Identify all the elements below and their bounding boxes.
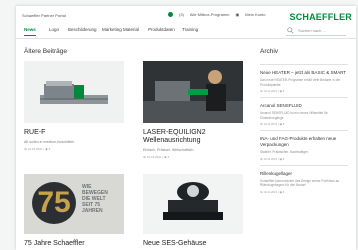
archive-item-text: Schaeffler kommuniziert das Design seine… (260, 178, 340, 188)
tab-news[interactable]: News (24, 27, 36, 36)
ses-housing-image (143, 174, 243, 234)
news-card-laser-equilign2[interactable]: LASER-EQUILIGN2 Wellenausrichtung Einfac… (143, 61, 243, 159)
laser-equilign-image (143, 61, 243, 123)
75-years-image: 75 WIE BEWEGEN DIE WELT SEIT 75 JAHREN (24, 174, 124, 234)
top-bar: Schaeffler Partner Portal (3) Alle Mitbo… (16, 6, 356, 24)
archive-item-meta: IE 10.11.2021 | ◉ 8 (260, 156, 285, 161)
archive-item-text: Stabiler. Praktischer. Nachhaltiger. (260, 150, 309, 154)
news-card-rue-f[interactable]: RUE-F Alt sollen in medium-forschätter I… (24, 61, 124, 151)
tab-logo[interactable]: Logo (49, 27, 59, 32)
card-title: LASER-EQUILIGN2 Wellenausrichtung (143, 129, 206, 144)
card-title: 75 Jahre Schaeffler (24, 240, 85, 247)
card-meta: IE 10.19.2021 | ◉ 6 (24, 147, 51, 151)
search-icon (287, 27, 294, 34)
card-title: Neue SES-Gehäuse (143, 240, 207, 247)
card-description: Einfach. Präziser. Wirtschaftlich. (143, 148, 195, 152)
archive-item-meta: IE 10.11.2021 | ◉ 5 (260, 122, 285, 126)
archive-item-text: Arcanol SENSFLUID ist ein neues Hilfsmit… (260, 111, 328, 120)
tab-produktdaten[interactable]: Produktdaten (148, 27, 175, 32)
archive-item-text: Das neue HEATER-Programm erfüllt viele B… (260, 78, 341, 87)
search-placeholder: Suchen nach ... (298, 28, 326, 33)
archive-item-title: Rillenkugellager (260, 170, 293, 176)
card-meta: IE 10.19.2021 | ◉ 6 (143, 155, 170, 159)
news-card-75-jahre[interactable]: 75 WIE BEWEGEN DIE WELT SEIT 75 JAHREN 75 Ja… (24, 174, 124, 248)
archive-list: Neue HEATER – jetzt als BASIC & SMART Da… (260, 64, 348, 198)
anniversary-badge: 75 (32, 182, 76, 224)
archive-item-meta: IE 10.11.2021 | ◉ 6 (260, 189, 285, 194)
schaeffler-logo[interactable]: SCHAEFFLER (290, 12, 353, 22)
status-dot-icon (168, 12, 173, 17)
tab-beschilderung[interactable]: Beschilderung (68, 27, 97, 32)
archive-item[interactable]: Neue HEATER – jetzt als BASIC & SMART Da… (260, 64, 348, 97)
search-input[interactable]: Suchen nach ... (286, 27, 346, 36)
user-count[interactable]: (3) (179, 12, 184, 17)
archive-item[interactable]: Arcanol SENSFLUID Arcanol SENSFLUID ist … (260, 97, 348, 130)
rue-f-image (24, 61, 124, 123)
page: Schaeffler Partner Portal (3) Alle Mitbo… (0, 0, 358, 250)
archive-item-title: INA- und FAG-Produkte erhalten neue Verp… (260, 136, 337, 147)
news-card-ses-gehaeuse[interactable]: Neue SES-Gehäuse (143, 174, 243, 248)
portal-brand[interactable]: Schaeffler Partner Portal (22, 13, 66, 18)
archive-item-title: Arcanol SENSFLUID (260, 103, 302, 108)
top-nav: (3) Alle Mitbox-Programm ▣ Mein Konto (168, 12, 265, 17)
portal-screen: Schaeffler Partner Portal (3) Alle Mitbo… (16, 6, 356, 250)
tab-marketing-material[interactable]: Marketing Material (102, 27, 139, 32)
program-selector[interactable]: Alle Mitbox-Programm (190, 12, 230, 17)
tab-training[interactable]: Training (182, 27, 198, 32)
archive-item[interactable]: Rillenkugellager Schaeffler kommuniziert… (260, 164, 348, 198)
archive-item[interactable]: INA- und FAG-Produkte erhalten neue Verp… (260, 130, 348, 165)
account-link[interactable]: Mein Konto (245, 12, 265, 17)
cart-icon[interactable]: ▣ (235, 12, 239, 17)
older-posts-title: Ältere Beiträge (24, 48, 67, 55)
badge-text: WIE BEWEGEN DIE WELT SEIT 75 JAHREN (82, 184, 108, 214)
main-menu: News Logo Beschilderung Marketing Materi… (16, 24, 356, 39)
card-title: RUE-F (24, 129, 46, 136)
card-description: Alt sollen in medium-forschätter (24, 140, 75, 144)
archive-item-meta: IE 19.11.2021 | ◉ 6 (260, 89, 285, 93)
archive-title: Archiv (260, 48, 279, 55)
archive-item-title: Neue HEATER – jetzt als BASIC & SMART (260, 70, 347, 75)
